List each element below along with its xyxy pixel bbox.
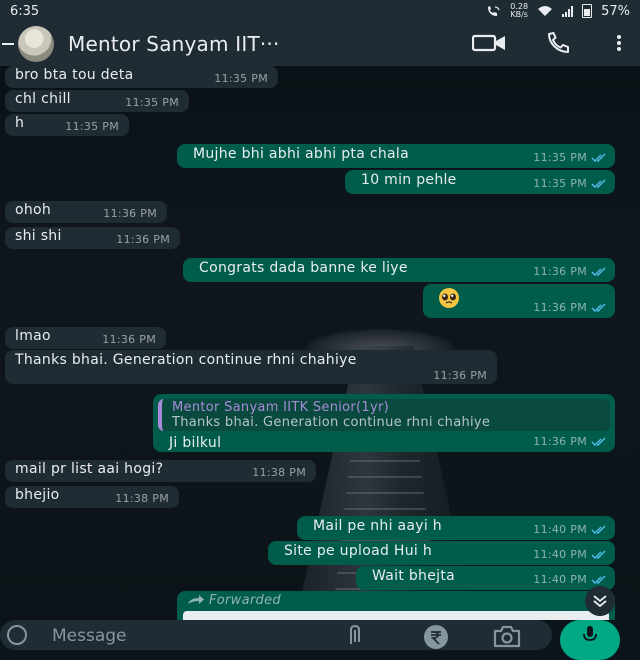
forward-arrow-icon: [188, 595, 204, 604]
message-text: bhejio: [15, 487, 60, 503]
message-text: lmao: [15, 328, 51, 344]
signal-icon: [562, 5, 574, 17]
message-time: 11:38 PM: [252, 466, 306, 479]
contact-name[interactable]: Mentor Sanyam IIT···: [68, 32, 280, 56]
message-text: shi shi: [15, 228, 62, 244]
message-outgoing-reply[interactable]: Mentor Sanyam IITK Senior(1yr) Thanks bh…: [153, 394, 615, 452]
message-time: 11:36 PM: [103, 207, 157, 220]
message-time: 11:38 PM: [115, 492, 169, 505]
message-outgoing[interactable]: Mujhe bhi abhi abhi pta chala 11:35 PM: [177, 144, 615, 168]
message-outgoing[interactable]: 10 min pehle 11:35 PM: [345, 170, 615, 194]
payment-rupee-icon[interactable]: [418, 624, 454, 650]
voice-call-icon[interactable]: [546, 32, 576, 54]
read-ticks-icon: [591, 437, 606, 446]
battery-percent: 57%: [601, 3, 630, 19]
forwarded-label: Forwarded: [209, 593, 281, 608]
message-incoming[interactable]: shi shi 11:36 PM: [5, 227, 180, 249]
pleading-face-emoji-icon: [439, 288, 459, 308]
forwarded-content-preview[interactable]: [183, 611, 609, 620]
message-text: mail pr list aai hogi?: [15, 461, 164, 477]
quoted-message[interactable]: Mentor Sanyam IITK Senior(1yr) Thanks bh…: [158, 399, 610, 431]
message-incoming[interactable]: bro bta tou deta 11:35 PM: [5, 66, 278, 88]
read-ticks-icon: [591, 525, 606, 534]
status-icons: 0.28 KB/s 57%: [485, 3, 630, 19]
message-text: Thanks bhai. Generation continue rhni ch…: [15, 352, 357, 368]
message-text: Ji bilkul: [169, 435, 222, 451]
message-incoming[interactable]: lmao 11:36 PM: [5, 327, 166, 349]
voice-message-button[interactable]: [560, 620, 620, 660]
emoji-icon[interactable]: [6, 624, 28, 646]
message-incoming[interactable]: h 11:35 PM: [5, 114, 129, 136]
wifi-icon: [538, 6, 553, 16]
message-input[interactable]: [50, 624, 304, 648]
back-arrow-icon[interactable]: [2, 43, 14, 45]
read-ticks-icon: [591, 550, 606, 559]
video-call-icon[interactable]: [472, 33, 506, 53]
message-outgoing-emoji[interactable]: 11:36 PM: [423, 284, 615, 318]
message-incoming[interactable]: chl chill 11:35 PM: [5, 90, 189, 112]
message-text: Mail pe nhi aayi h: [313, 518, 442, 534]
message-text: Mujhe bhi abhi abhi pta chala: [193, 146, 409, 162]
message-text: bro bta tou deta: [15, 67, 134, 83]
message-time: 11:36 PM: [433, 369, 487, 382]
message-text: Wait bhejta: [372, 568, 455, 584]
read-ticks-icon: [591, 153, 606, 162]
message-text: ohoh: [15, 202, 52, 218]
message-text: 10 min pehle: [361, 172, 457, 188]
composer-pill: [0, 620, 552, 650]
message-time: 11:35 PM: [125, 96, 179, 109]
double-chevron-down-icon: [593, 595, 607, 607]
message-time: 11:40 PM: [533, 573, 587, 586]
read-ticks-icon: [591, 267, 606, 276]
composer-bar: [0, 620, 640, 660]
network-speed-unit: KB/s: [510, 10, 528, 19]
message-outgoing[interactable]: Congrats dada banne ke liye 11:36 PM: [183, 258, 615, 282]
message-time: 11:35 PM: [65, 120, 119, 133]
chat-messages[interactable]: bro bta tou deta 11:35 PM chl chill 11:3…: [0, 66, 640, 620]
message-time: 11:36 PM: [102, 333, 156, 346]
more-options-icon[interactable]: [616, 34, 622, 52]
read-ticks-icon: [591, 303, 606, 312]
message-incoming[interactable]: Thanks bhai. Generation continue rhni ch…: [5, 350, 497, 384]
message-outgoing[interactable]: Mail pe nhi aayi h 11:40 PM: [297, 516, 615, 540]
message-time: 11:35 PM: [533, 151, 587, 164]
message-text: h: [15, 115, 25, 131]
read-ticks-icon: [591, 575, 606, 584]
battery-icon: [582, 4, 593, 18]
message-time: 11:36 PM: [533, 435, 587, 448]
message-outgoing-forwarded[interactable]: Forwarded: [177, 591, 615, 620]
message-incoming[interactable]: bhejio 11:38 PM: [5, 486, 179, 508]
contact-avatar[interactable]: [18, 26, 54, 62]
quoted-text: Thanks bhai. Generation continue rhni ch…: [172, 415, 491, 430]
status-bar: 6:35 0.28 KB/s 57%: [0, 0, 640, 22]
message-outgoing[interactable]: Site pe upload Hui h 11:40 PM: [268, 541, 615, 565]
status-time: 6:35: [10, 3, 40, 19]
message-time: 11:40 PM: [533, 523, 587, 536]
attach-icon[interactable]: [348, 624, 362, 646]
wifi-calling-icon: [488, 5, 500, 16]
message-incoming[interactable]: mail pr list aai hogi? 11:38 PM: [5, 460, 316, 482]
header-actions: [472, 32, 622, 54]
message-time: 11:36 PM: [533, 265, 587, 278]
quoted-author: Mentor Sanyam IITK Senior(1yr): [172, 400, 390, 415]
message-time: 11:36 PM: [116, 233, 170, 246]
message-outgoing[interactable]: Wait bhejta 11:40 PM: [356, 566, 615, 590]
chat-header: Mentor Sanyam IIT···: [0, 22, 640, 66]
scroll-to-bottom-button[interactable]: [585, 586, 615, 616]
message-time: 11:36 PM: [533, 301, 587, 314]
camera-icon[interactable]: [492, 624, 522, 648]
message-time: 11:40 PM: [533, 548, 587, 561]
message-text: Site pe upload Hui h: [284, 543, 433, 559]
read-ticks-icon: [591, 179, 606, 188]
message-incoming[interactable]: ohoh 11:36 PM: [5, 201, 167, 223]
message-text: Congrats dada banne ke liye: [199, 260, 408, 276]
message-time: 11:35 PM: [214, 72, 268, 85]
message-time: 11:35 PM: [533, 177, 587, 190]
message-text: chl chill: [15, 91, 71, 107]
network-speed: 0.28 KB/s: [510, 3, 528, 19]
